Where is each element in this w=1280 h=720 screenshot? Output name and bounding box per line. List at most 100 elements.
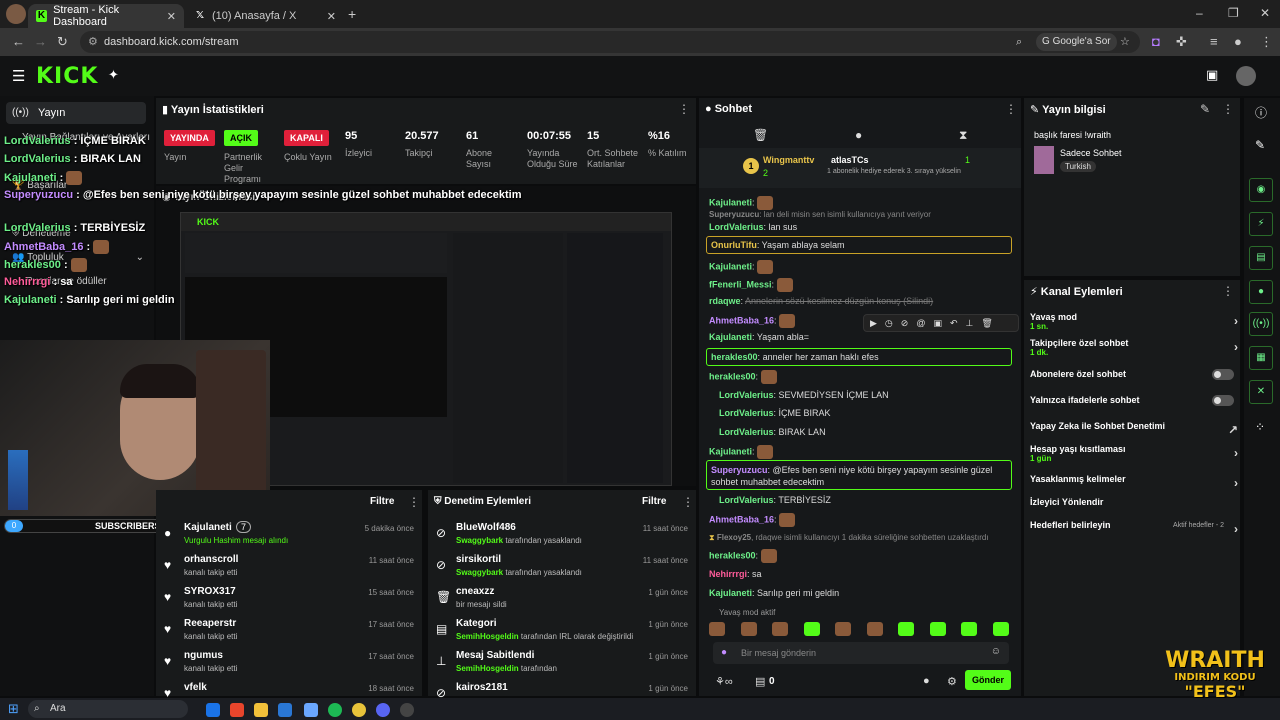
pencil-icon[interactable]: ✎ [1255, 138, 1265, 152]
leader2-name[interactable]: atlasTCs [831, 155, 869, 165]
emote[interactable] [929, 622, 946, 636]
info-icon[interactable]: ⓘ [1255, 104, 1267, 121]
rail-more-icon[interactable]: ⁘ [1255, 420, 1265, 434]
rail-tools-icon[interactable]: ✕ [1249, 380, 1273, 404]
extensions-puzzle-icon[interactable]: ✜ [1176, 34, 1187, 50]
chat-message[interactable]: herakles00: [709, 549, 777, 563]
send-button[interactable]: Gönder [965, 670, 1011, 690]
site-info-icon[interactable]: ⚙ [88, 31, 98, 53]
emote[interactable] [835, 622, 852, 636]
chat-message[interactable]: LordValerius: SEVMEDİYSEN İÇME LAN [719, 390, 889, 400]
taskbar-app-icon[interactable] [230, 703, 244, 717]
edit-info-icon[interactable]: ✎ [1200, 102, 1210, 116]
activity-row[interactable]: ● Kajulaneti 7 Vurgulu Hashim mesajı alı… [156, 520, 422, 552]
chat-message[interactable]: LordValerius: BIRAK LAN [719, 427, 826, 437]
moderation-row[interactable]: ⊘ BlueWolf486 Swaggybark tarafından yasakl… [428, 520, 696, 552]
channel-actions-menu-icon[interactable]: ⋮ [1222, 284, 1234, 298]
category-name[interactable]: Sadece Sohbet [1060, 148, 1122, 158]
rail-camera-icon[interactable]: ◉ [1249, 178, 1273, 202]
chat-message-highlighted[interactable]: OnurluTifu: Yaşam ablaya selam [706, 236, 1012, 254]
followers-only-row[interactable]: Takipçilere özel sohbet 1 dk. › [1030, 338, 1238, 357]
ai-moderation-row[interactable]: Yapay Zeka ile Sohbet Denetimi ↗ [1030, 421, 1238, 437]
chat-message[interactable]: LordValerius: lan sus [709, 222, 797, 232]
reload-icon[interactable]: ↻ [57, 34, 68, 50]
chat-message[interactable]: AhmetBaba_16: [709, 314, 796, 328]
taskbar-search[interactable]: ⌕ Ara [28, 700, 188, 718]
subscribers-only-row[interactable]: Abonelere özel sohbet [1030, 369, 1238, 380]
chat-message-highlighted[interactable]: Superyuzucu: @Efes ben seni niye kötü bi… [706, 460, 1012, 490]
subscribers-only-toggle[interactable] [1212, 369, 1234, 380]
tab-kick-dashboard[interactable]: K Stream - Kick Dashboard ✕ [28, 4, 184, 28]
info-menu-icon[interactable]: ⋮ [1222, 102, 1234, 116]
banned-words-row[interactable]: Yasaklanmış kelimeler › [1030, 474, 1238, 490]
maximize-icon[interactable]: ❐ [1228, 6, 1239, 20]
account-icon[interactable]: ● [1234, 34, 1242, 49]
activity-row[interactable]: ♥ Reeaperstr kanalı takip etti 17 saat önce [156, 616, 422, 648]
emote[interactable] [803, 622, 820, 636]
google-ask-button[interactable]: G Google'a Sor [1036, 33, 1117, 51]
chat-hourglass-icon[interactable]: ⧗ [959, 128, 967, 143]
slow-mode-row[interactable]: Yavaş mod 1 sn. › [1030, 312, 1238, 331]
account-age-row[interactable]: Hesap yaşı kısıtlaması 1 gün › [1030, 444, 1238, 463]
taskbar-app-icon[interactable] [278, 703, 292, 717]
moderation-filter-button[interactable]: Filtre [642, 496, 666, 507]
goals-row[interactable]: Hedefleri belirleyin Aktif hedefler - 2 › [1030, 520, 1238, 536]
delete-icon[interactable]: 🗑 [981, 318, 1000, 328]
emote[interactable] [740, 622, 757, 636]
bookmark-star-icon[interactable]: ☆ [1120, 31, 1130, 53]
chat-message[interactable]: Kajulaneti: Yaşam abla= [709, 332, 809, 342]
activity-row[interactable]: ♥ ngumus kanalı takip etti 17 saat önce [156, 648, 422, 680]
chat-message[interactable]: LordValerius: İÇME BIRAK [719, 408, 831, 418]
chat-message[interactable]: LordValerius: TERBİYESİZ [719, 495, 831, 505]
chat-message[interactable]: Kajulaneti: [709, 196, 774, 210]
chat-message[interactable]: fFenerli_Messi: [709, 278, 793, 292]
chat-message-highlighted[interactable]: herakles00: anneler her zaman haklı efes [706, 348, 1012, 366]
chat-menu-icon[interactable]: ⋮ [1005, 102, 1017, 116]
activity-menu-icon[interactable]: ⋮ [408, 495, 420, 509]
chat-message[interactable]: rdaqwe: Annelerin sözü kesilmez düzgün k… [709, 296, 933, 306]
profile-avatar[interactable] [6, 4, 26, 24]
spotify-icon[interactable] [328, 703, 342, 717]
emote[interactable] [709, 622, 725, 636]
emotes-only-toggle[interactable] [1212, 395, 1234, 406]
emote[interactable] [992, 622, 1009, 636]
gift-icon[interactable]: ▤ [755, 675, 765, 688]
emotes-only-row[interactable]: Yalnızca ifadelerle sohbet [1030, 395, 1238, 406]
undo-icon[interactable]: ↶ [950, 318, 966, 328]
rail-broadcast-icon[interactable]: ((•)) [1249, 312, 1273, 336]
activity-row[interactable]: ♥ orhanscroll kanalı takip etti 11 saat önc… [156, 552, 422, 584]
close-window-icon[interactable]: ✕ [1260, 6, 1270, 20]
chat-message[interactable]: herakles00: [709, 370, 777, 384]
chat-message[interactable]: Kajulaneti: Sarılıp geri mi geldin [709, 588, 839, 598]
sidebar-item-stream[interactable]: ((•)) Yayın [6, 102, 146, 124]
chat-options-icon[interactable]: ● [923, 675, 930, 687]
menu-dots-icon[interactable]: ⋮ [1260, 34, 1273, 50]
mic-icon[interactable]: ● [721, 647, 727, 658]
points-icon[interactable]: ⚘∞ [715, 675, 733, 688]
chat-message[interactable]: Kajulaneti: [709, 260, 774, 274]
ban-icon[interactable]: ⊘ [901, 318, 917, 328]
extension-icon[interactable]: ◘ [1152, 34, 1160, 49]
discord-icon[interactable] [376, 703, 390, 717]
play-icon[interactable]: ▶ [870, 318, 885, 328]
emote[interactable] [898, 622, 915, 636]
reading-list-icon[interactable]: ≡ [1210, 34, 1218, 49]
copy-icon[interactable]: ▣ [933, 318, 950, 328]
timeout-icon[interactable]: ◷ [885, 318, 901, 328]
chat-input[interactable]: ● Bir mesaj gönderin ☺ [713, 642, 1009, 664]
mention-icon[interactable]: @ [916, 318, 933, 328]
rail-bolt-icon[interactable]: ⚡ [1249, 212, 1273, 236]
chat-settings-icon[interactable]: ⚙ [947, 675, 957, 688]
chat-message[interactable]: Kajulaneti: [709, 445, 774, 459]
chat-trash-icon[interactable]: 🗑 [753, 128, 768, 142]
pin-icon[interactable]: ⊥ [966, 318, 982, 328]
chat-message[interactable]: AhmetBaba_16: [709, 513, 796, 527]
close-tab-icon[interactable]: ✕ [327, 10, 336, 23]
taskbar-app-icon[interactable] [206, 703, 220, 717]
moderation-row[interactable]: ⊘ sirsikortil Swaggybark tarafından yasakl… [428, 552, 696, 584]
address-bar[interactable]: ⚙ dashboard.kick.com/stream ⌕ G Google'a… [80, 31, 1140, 53]
moderation-row[interactable]: ⊥ Mesaj Sabitlendi SemihHosgeldin tarafınd… [428, 648, 696, 680]
activity-filter-button[interactable]: Filtre [370, 496, 394, 507]
obs-icon[interactable] [400, 703, 414, 717]
studio-icon[interactable]: ▣ [1206, 67, 1218, 83]
